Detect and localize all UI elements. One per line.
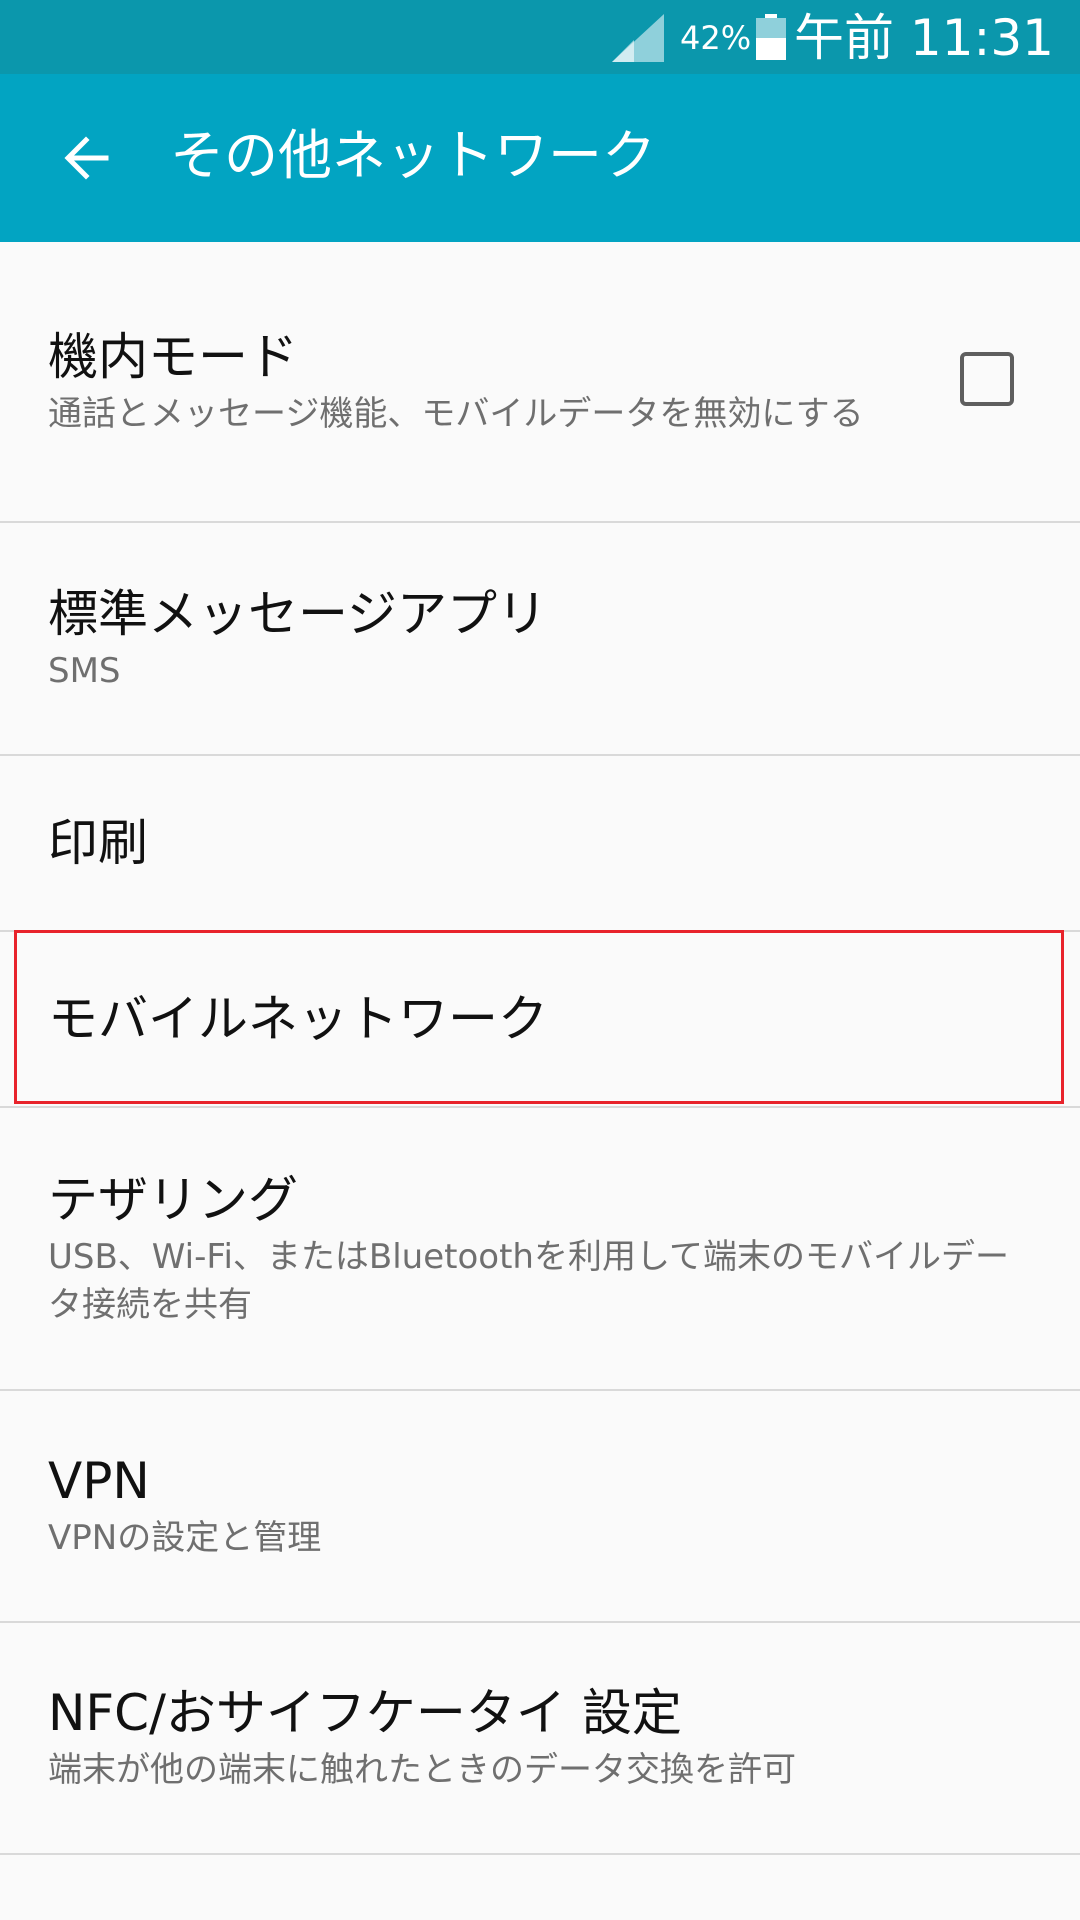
list-item-print[interactable]: 印刷	[0, 756, 1080, 932]
signal-icon	[612, 14, 664, 62]
tethering-title: テザリング	[48, 1170, 298, 1229]
clock: 午前 11:31	[794, 9, 1054, 67]
mobile-network-title: モバイルネットワーク	[48, 990, 548, 1048]
print-title: 印刷	[48, 814, 148, 872]
vpn-subtitle: VPNの設定と管理	[48, 1518, 322, 1558]
back-arrow-icon	[64, 136, 109, 180]
status-bar: 42% 午前 11:31	[0, 0, 1080, 74]
airplane-mode-title: 機内モード	[48, 327, 298, 386]
battery-icon	[756, 14, 786, 60]
list-item-tethering[interactable]: テザリング USB、Wi-Fi、またはBluetoothを利用して端末のモバイル…	[0, 1108, 1080, 1391]
back-button[interactable]	[48, 122, 124, 194]
airplane-mode-subtitle: 通話とメッセージ機能、モバイルデータを無効にする	[48, 393, 864, 434]
battery-percent: 42%	[680, 19, 752, 57]
messaging-app-subtitle: SMS	[48, 650, 121, 691]
tethering-subtitle: USB、Wi-Fi、またはBluetoothを利用して端末のモバイルデータ接続を…	[48, 1236, 1009, 1325]
list-item-mobile-network[interactable]: モバイルネットワーク	[0, 932, 1080, 1108]
settings-list: 機内モード 通話とメッセージ機能、モバイルデータを無効にする 標準メッセージアプ…	[0, 242, 1080, 1855]
list-item-airplane-mode[interactable]: 機内モード 通話とメッセージ機能、モバイルデータを無効にする	[0, 242, 1080, 523]
nfc-subtitle: 端末が他の端末に触れたときのデータ交換を許可	[48, 1750, 796, 1790]
nfc-title: NFC/おサイフケータイ 設定	[48, 1684, 682, 1742]
page-title: その他ネットワーク	[170, 124, 656, 187]
messaging-app-title: 標準メッセージアプリ	[48, 584, 547, 643]
app-bar: その他ネットワーク	[0, 74, 1080, 242]
list-item-nfc-settings[interactable]: NFC/おサイフケータイ 設定 端末が他の端末に触れたときのデータ交換を許可	[0, 1623, 1080, 1855]
list-item-vpn[interactable]: VPN VPNの設定と管理	[0, 1391, 1080, 1623]
list-item-default-messaging-app[interactable]: 標準メッセージアプリ SMS	[0, 523, 1080, 756]
vpn-title: VPN	[48, 1452, 150, 1510]
airplane-mode-checkbox[interactable]	[960, 352, 1014, 406]
